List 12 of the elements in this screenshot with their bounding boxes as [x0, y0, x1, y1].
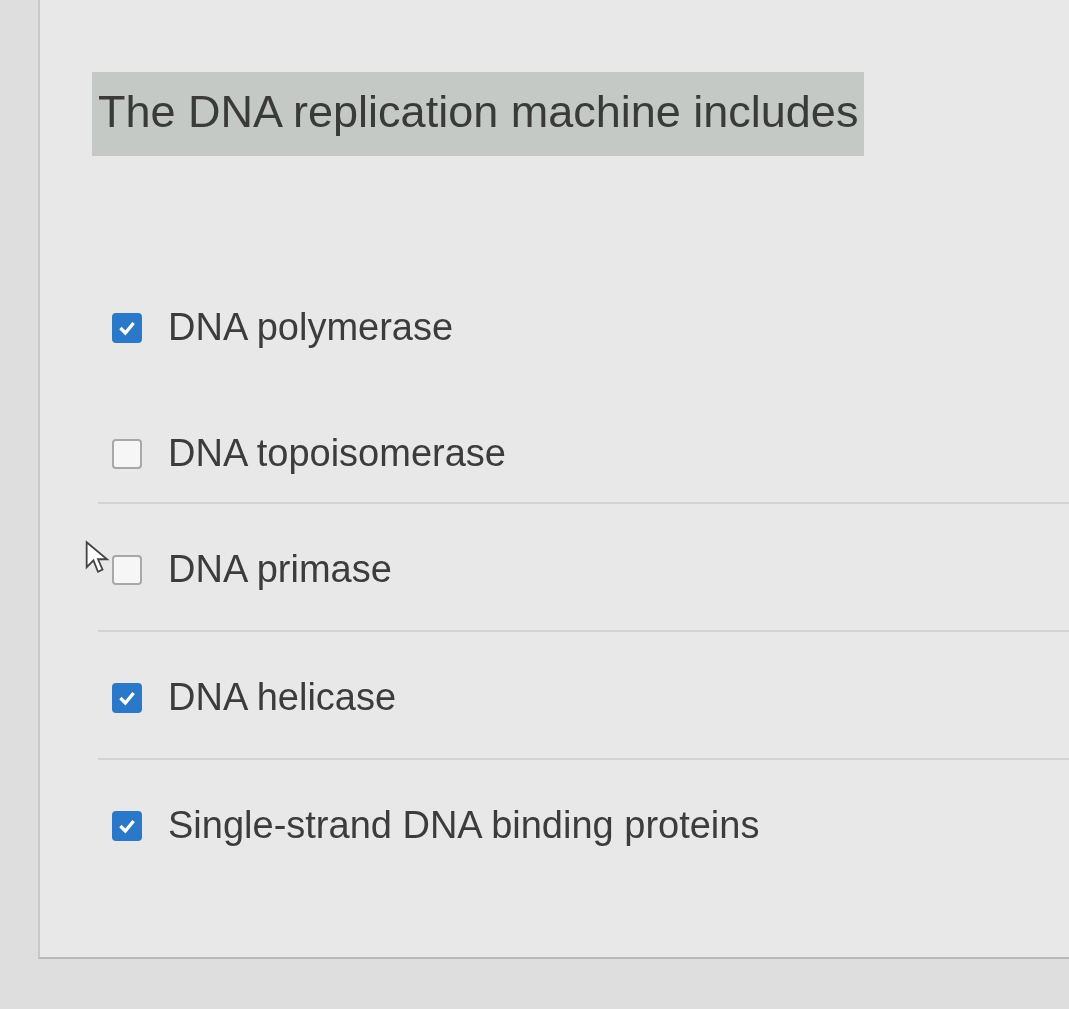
question-text: The DNA replication machine includes: [92, 72, 865, 156]
option-label[interactable]: DNA polymerase: [168, 306, 454, 349]
option-label[interactable]: DNA topoisomerase: [168, 432, 506, 475]
checkbox[interactable]: [112, 312, 142, 343]
mouse-pointer-icon: [84, 540, 112, 574]
checkbox[interactable]: [112, 554, 142, 585]
checkbox[interactable]: [112, 682, 142, 713]
option-label[interactable]: DNA primase: [168, 548, 392, 591]
option-label[interactable]: DNA helicase: [168, 676, 397, 719]
checkbox[interactable]: [112, 810, 142, 841]
option-label[interactable]: Single-strand DNA binding proteins: [168, 804, 760, 847]
checkbox[interactable]: [112, 438, 142, 469]
